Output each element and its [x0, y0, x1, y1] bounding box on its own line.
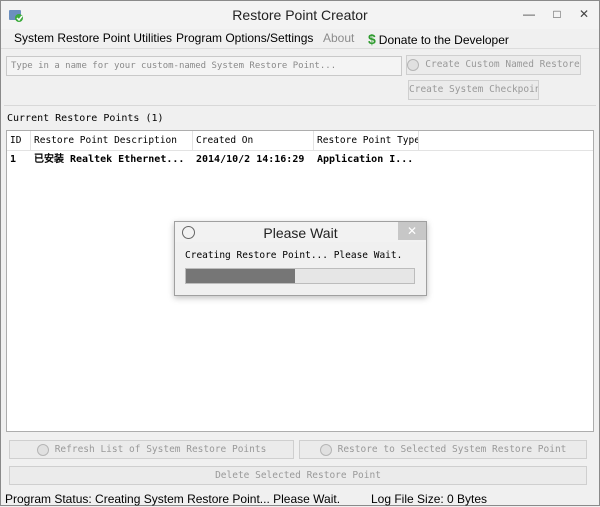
table-row[interactable]: 1 已安装 Realtek Ethernet... 2014/10/2 14:1… — [7, 152, 593, 168]
dialog-close-button[interactable]: ✕ — [398, 222, 426, 240]
creation-progress-bar — [185, 268, 415, 284]
column-header-description[interactable]: Restore Point Description — [31, 131, 193, 151]
create-custom-restore-button[interactable]: Create Custom Named Restore — [406, 55, 581, 75]
list-header: ID Restore Point Description Created On … — [7, 131, 593, 151]
divider — [4, 105, 596, 106]
restore-selected-button[interactable]: Restore to Selected System Restore Point — [299, 440, 587, 459]
column-header-id[interactable]: ID — [7, 131, 31, 151]
row-description: 已安装 Realtek Ethernet... — [34, 154, 185, 165]
refresh-list-label: Refresh List of System Restore Points — [54, 444, 267, 455]
dialog-title: Please Wait — [263, 225, 338, 241]
delete-selected-label: Delete Selected Restore Point — [215, 470, 381, 481]
delete-selected-button[interactable]: Delete Selected Restore Point — [9, 466, 587, 485]
menu-about[interactable]: About — [323, 31, 354, 45]
refresh-list-button[interactable]: Refresh List of System Restore Points — [9, 440, 294, 459]
program-status: Program Status: Creating System Restore … — [5, 492, 341, 506]
menu-donate[interactable]: $ Donate to the Developer — [368, 31, 509, 47]
dialog-title-bar: Please Wait ✕ — [175, 222, 426, 242]
row-id: 1 — [10, 154, 17, 165]
window-title: Restore Point Creator — [232, 7, 368, 23]
dialog-message: Creating Restore Point... Please Wait. — [185, 250, 403, 261]
menu-bar: System Restore Point Utilities Program O… — [1, 29, 599, 49]
row-type: Application I... — [317, 154, 414, 165]
restore-points-section-label: Current Restore Points (1) — [7, 113, 164, 124]
minimize-button[interactable]: — — [520, 5, 538, 23]
main-window: Restore Point Creator — □ ✕ System Resto… — [0, 0, 600, 506]
create-checkpoint-label: Create System Checkpoint — [409, 84, 539, 95]
status-bar: Program Status: Creating System Restore … — [1, 491, 599, 507]
close-button[interactable]: ✕ — [575, 5, 593, 23]
menu-system-restore-point-utilities[interactable]: System Restore Point Utilities — [14, 31, 172, 45]
restore-selected-label: Restore to Selected System Restore Point — [337, 444, 567, 455]
restore-point-name-input[interactable]: Type in a name for your custom-named Sys… — [6, 56, 402, 76]
please-wait-dialog: Please Wait ✕ Creating Restore Point... … — [174, 221, 427, 296]
dollar-icon: $ — [368, 31, 376, 47]
title-bar: Restore Point Creator — □ ✕ — [1, 1, 599, 29]
create-checkpoint-button[interactable]: Create System Checkpoint — [408, 80, 539, 100]
progress-fill — [186, 269, 296, 283]
row-created-on: 2014/10/2 14:16:29 — [196, 154, 305, 165]
column-header-created-on[interactable]: Created On — [193, 131, 314, 151]
column-header-type[interactable]: Restore Point Type — [314, 131, 419, 151]
log-file-size: Log File Size: 0 Bytes — [371, 492, 488, 506]
restore-point-icon — [407, 58, 420, 71]
restore-icon — [319, 443, 332, 456]
create-custom-restore-label: Create Custom Named Restore — [425, 59, 580, 70]
refresh-icon — [36, 443, 49, 456]
menu-program-options[interactable]: Program Options/Settings — [176, 31, 313, 45]
menu-donate-label: Donate to the Developer — [378, 33, 509, 47]
maximize-button[interactable]: □ — [548, 5, 566, 23]
